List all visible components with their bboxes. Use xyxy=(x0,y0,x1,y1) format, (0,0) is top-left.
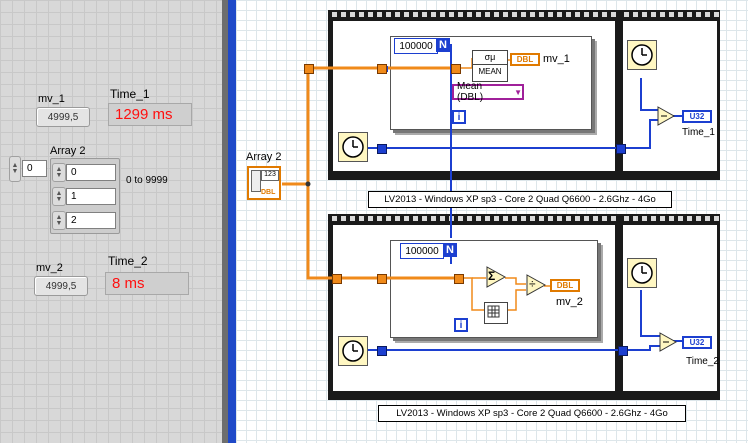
top-subtract-icon[interactable] xyxy=(657,106,676,126)
bottom-n-constant[interactable]: 100000 xyxy=(400,243,444,259)
element-0-spinner[interactable]: ▲ ▼ xyxy=(52,163,66,182)
time2-terminal[interactable]: U32 xyxy=(682,336,712,349)
divide-icon[interactable]: ÷ xyxy=(526,274,547,296)
sum-icon[interactable]: Σ xyxy=(486,266,507,288)
top-n-terminal: N xyxy=(436,38,450,52)
mv1-terminal[interactable]: DBL xyxy=(510,53,540,66)
top-caption: LV2013 - Windows XP sp3 - Core 2 Quad Q6… xyxy=(368,191,672,208)
element-1-spinner[interactable]: ▲ ▼ xyxy=(52,187,66,206)
top-tunnel-loop xyxy=(451,64,461,74)
array2-terminal-label: Array 2 xyxy=(246,151,282,163)
bottom-clock-start-icon[interactable] xyxy=(338,336,368,366)
bottom-subtract-icon[interactable] xyxy=(659,332,678,352)
array-type: DBL xyxy=(261,189,276,196)
mv1-label: mv_1 xyxy=(38,93,65,105)
time1-label: Time_1 xyxy=(110,87,150,101)
time1-indicator: 1299 ms xyxy=(108,103,192,126)
sum-symbol: Σ xyxy=(488,269,496,283)
top-tunnel-frame xyxy=(377,64,387,74)
array-size-icon[interactable] xyxy=(484,302,508,324)
top-n-constant[interactable]: 100000 xyxy=(394,38,438,54)
top-clock-end-icon[interactable] xyxy=(627,40,657,70)
array-icon-text: 123 xyxy=(261,170,279,181)
time1-terminal[interactable]: U32 xyxy=(682,110,712,123)
bottom-tunnel-frame xyxy=(377,274,387,284)
block-diagram: Array 2 123 DBL 100000 N σμ MEAN DBL mv_… xyxy=(236,0,748,443)
top-clock-start-icon[interactable] xyxy=(338,132,368,162)
top-tunnel-time-1 xyxy=(377,144,387,154)
time1-terminal-label: Time_1 xyxy=(682,127,715,138)
mv2-label: mv_2 xyxy=(36,262,63,274)
array-index-input[interactable]: 0 xyxy=(22,160,47,177)
time2-label: Time_2 xyxy=(108,254,148,268)
mean-vi-label: MEAN xyxy=(478,67,502,76)
window-splitter[interactable] xyxy=(228,0,236,443)
top-tunnel-time-2 xyxy=(616,144,626,154)
top-i-terminal: i xyxy=(452,110,466,124)
array2-terminal[interactable]: 123 DBL xyxy=(247,166,281,200)
bottom-i-terminal: i xyxy=(454,318,468,332)
mean-vi[interactable]: σμ MEAN xyxy=(472,50,508,82)
bottom-clock-end-icon[interactable] xyxy=(627,258,657,288)
mv2-terminal[interactable]: DBL xyxy=(550,279,580,292)
array2-label: Array 2 xyxy=(50,145,86,157)
bottom-tunnel-time-1 xyxy=(377,346,387,356)
front-panel: mv_1 4999,5 Time_1 1299 ms Array 2 ▲ ▼ 0 … xyxy=(0,0,222,443)
time2-indicator: 8 ms xyxy=(105,272,189,295)
time2-terminal-label: Time_2 xyxy=(686,356,719,367)
range-note: 0 to 9999 xyxy=(126,175,168,186)
mv2-indicator: 4999,5 xyxy=(34,276,88,296)
top-tunnel-outer xyxy=(304,64,314,74)
array-element-0[interactable]: 0 xyxy=(66,164,116,181)
element-2-spinner[interactable]: ▲ ▼ xyxy=(52,211,66,230)
array-element-1[interactable]: 1 xyxy=(66,188,116,205)
bottom-tunnel-time-2 xyxy=(618,346,628,356)
mean-type-value: Mean (DBL) xyxy=(457,81,484,103)
array-element-2[interactable]: 2 xyxy=(66,212,116,229)
bottom-n-terminal: N xyxy=(443,243,457,257)
bottom-tunnel-loop xyxy=(454,274,464,284)
mean-type-selector[interactable]: Mean (DBL) ▼ xyxy=(452,81,524,103)
bottom-tunnel-outer xyxy=(332,274,342,284)
dropdown-arrow-icon: ▼ xyxy=(514,87,522,97)
array-index-spinner[interactable]: ▲ ▼ xyxy=(9,156,21,182)
mv2-terminal-label: mv_2 xyxy=(556,296,583,308)
bottom-caption: LV2013 - Windows XP sp3 - Core 2 Quad Q6… xyxy=(378,405,686,422)
divide-symbol: ÷ xyxy=(529,277,536,291)
mv1-indicator: 4999,5 xyxy=(36,107,90,127)
mv1-terminal-label: mv_1 xyxy=(543,53,570,65)
mean-vi-symbol: σμ xyxy=(473,51,507,65)
